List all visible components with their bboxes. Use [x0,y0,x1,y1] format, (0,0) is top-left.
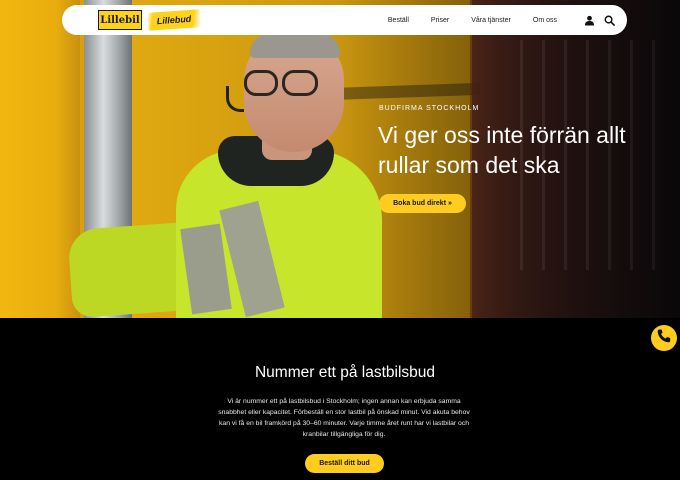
nav-link-tjanster[interactable]: Våra tjänster [471,17,511,24]
intro-section: Nummer ett på lastbilsbud Vi är nummer e… [0,318,680,480]
person-headset [226,86,244,112]
top-navigation: Lillebil Lillebud Beställ Priser Våra tj… [62,5,627,35]
section-body-text: Vi är nummer ett på lastbilsbud i Stockh… [218,398,470,438]
hero-heading: Vi ger oss inte förrän allt rullar som d… [378,122,626,178]
user-icon[interactable] [583,14,595,26]
hero-kicker: BUDFIRMA STOCKHOLM [379,105,480,112]
nav-link-priser[interactable]: Priser [431,17,449,24]
nav-link-om-oss[interactable]: Om oss [533,17,557,24]
person-glasses [282,70,318,96]
search-icon[interactable] [603,14,615,26]
nav-links: Beställ Priser Våra tjänster Om oss [388,17,557,24]
phone-call-button[interactable] [651,325,677,351]
page: BUDFIRMA STOCKHOLM Vi ger oss inte förrä… [0,0,680,480]
book-courier-button[interactable]: Boka bud direkt » [379,194,466,213]
nav-icons [583,14,615,26]
person-hair [250,34,340,58]
lillebud-logo[interactable]: Lillebud [147,9,201,31]
order-courier-button[interactable]: Beställ ditt bud [305,454,384,473]
section-heading: Nummer ett på lastbilsbud [254,364,436,381]
person-glasses [244,70,278,96]
hero-section: BUDFIRMA STOCKHOLM Vi ger oss inte förrä… [0,0,680,318]
nav-link-bestall[interactable]: Beställ [388,17,409,24]
phone-icon [656,328,672,349]
lillebil-logo[interactable]: Lillebil [98,10,142,30]
